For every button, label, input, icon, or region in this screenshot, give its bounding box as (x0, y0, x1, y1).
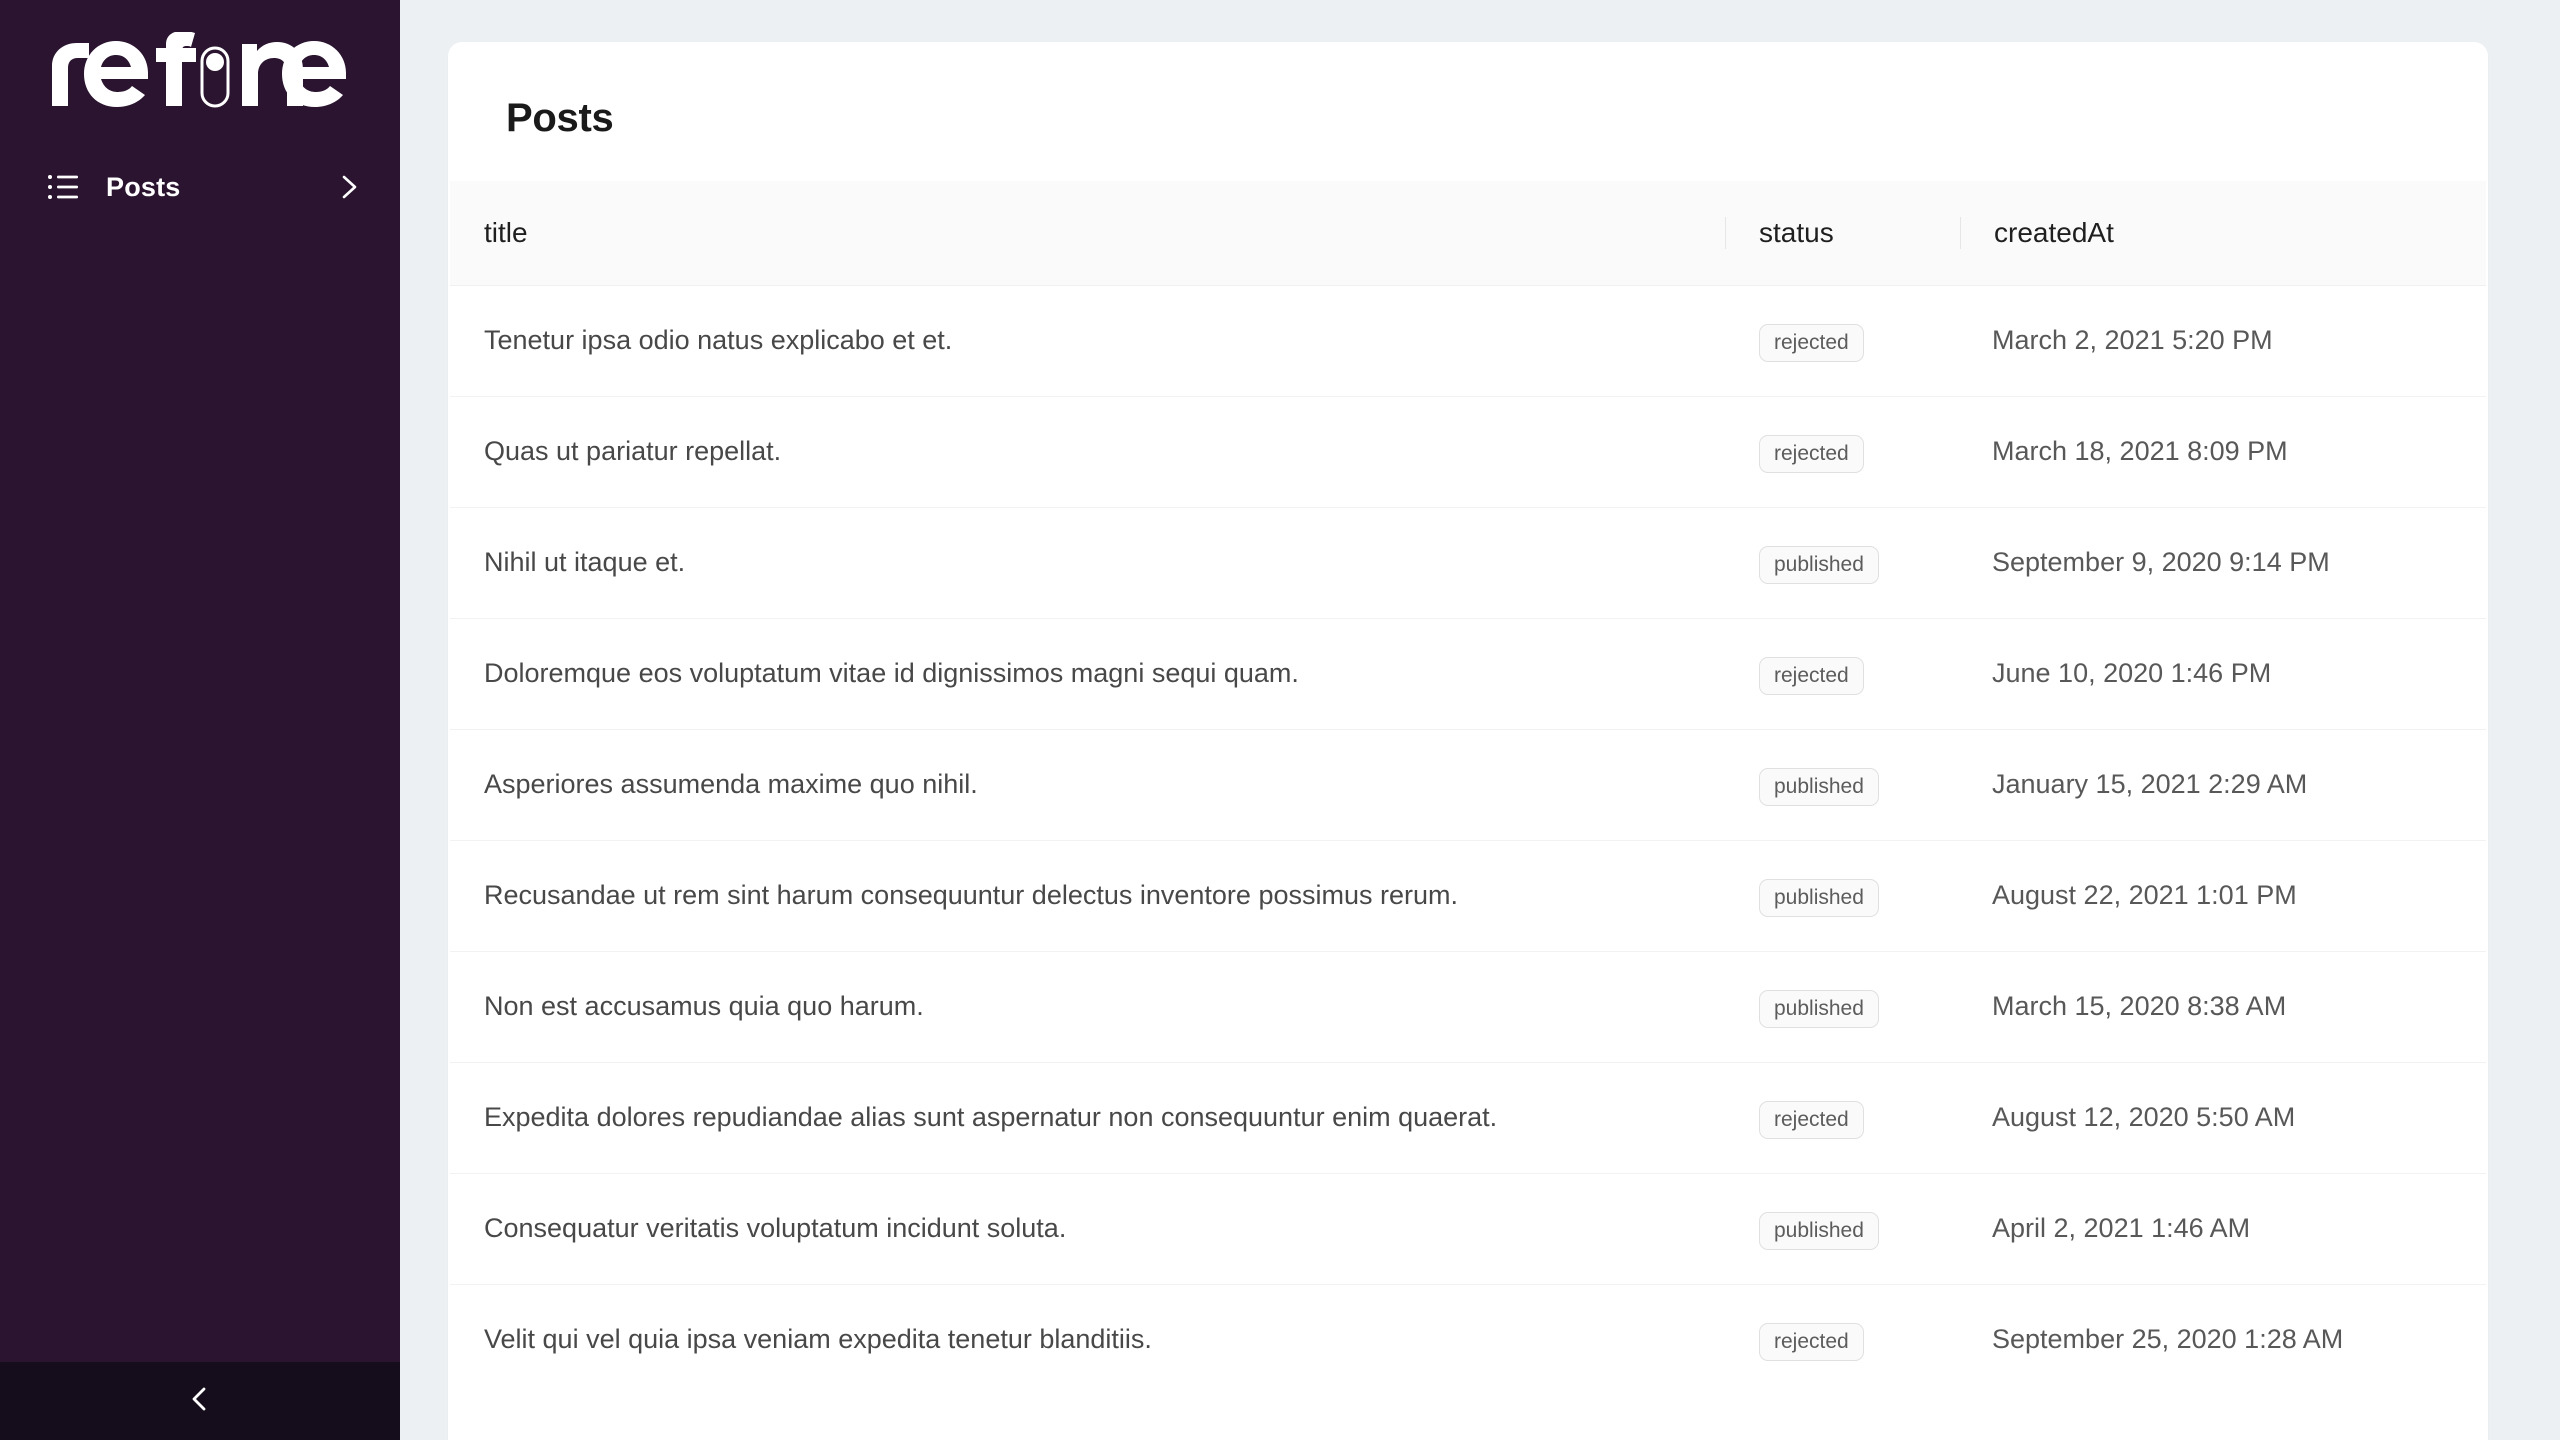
cell-status: rejected (1725, 286, 1960, 397)
cell-createdat: January 15, 2021 2:29 AM (1960, 730, 2486, 841)
table-row[interactable]: Tenetur ipsa odio natus explicabo et et.… (450, 286, 2486, 397)
page-title: Posts (448, 42, 2488, 181)
cell-createdat: March 18, 2021 8:09 PM (1960, 397, 2486, 508)
status-badge: rejected (1759, 657, 1864, 695)
cell-createdat: March 15, 2020 8:38 AM (1960, 952, 2486, 1063)
cell-status: published (1725, 508, 1960, 619)
cell-title: Velit qui vel quia ipsa veniam expedita … (450, 1285, 1725, 1396)
table-body: Tenetur ipsa odio natus explicabo et et.… (450, 286, 2486, 1396)
status-badge: published (1759, 546, 1879, 584)
sidebar: Posts (0, 0, 400, 1440)
cell-status: rejected (1725, 1285, 1960, 1396)
cell-title: Doloremque eos voluptatum vitae id digni… (450, 619, 1725, 730)
table-row[interactable]: Quas ut pariatur repellat. rejected March … (450, 397, 2486, 508)
table-row[interactable]: Nihil ut itaque et. published September 9,… (450, 508, 2486, 619)
cell-status: rejected (1725, 619, 1960, 730)
column-header-title[interactable]: title (450, 181, 1725, 286)
cell-title: Quas ut pariatur repellat. (450, 397, 1725, 508)
cell-createdat: June 10, 2020 1:46 PM (1960, 619, 2486, 730)
status-badge: published (1759, 879, 1879, 917)
cell-title: Tenetur ipsa odio natus explicabo et et. (450, 286, 1725, 397)
status-badge: rejected (1759, 1101, 1864, 1139)
cell-title: Non est accusamus quia quo harum. (450, 952, 1725, 1063)
table-header-row: title status createdAt (450, 181, 2486, 286)
cell-createdat: September 25, 2020 1:28 AM (1960, 1285, 2486, 1396)
status-badge: published (1759, 768, 1879, 806)
status-badge: rejected (1759, 1323, 1864, 1361)
cell-title: Consequatur veritatis voluptatum incidun… (450, 1174, 1725, 1285)
status-badge: published (1759, 990, 1879, 1028)
cell-createdat: March 2, 2021 5:20 PM (1960, 286, 2486, 397)
table-row[interactable]: Recusandae ut rem sint harum consequuntu… (450, 841, 2486, 952)
sidebar-menu: Posts (0, 140, 400, 224)
cell-status: rejected (1725, 397, 1960, 508)
table-row[interactable]: Asperiores assumenda maxime quo nihil. pu… (450, 730, 2486, 841)
table-row[interactable]: Consequatur veritatis voluptatum incidun… (450, 1174, 2486, 1285)
cell-title: Recusandae ut rem sint harum consequuntu… (450, 841, 1725, 952)
status-badge: published (1759, 1212, 1879, 1250)
cell-createdat: August 12, 2020 5:50 AM (1960, 1063, 2486, 1174)
table-row[interactable]: Non est accusamus quia quo harum. publish… (450, 952, 2486, 1063)
posts-table: title status createdAt Tenetur ipsa odio… (450, 181, 2486, 1395)
table-head: title status createdAt (450, 181, 2486, 286)
main-content: Posts title status createdAt Tenetur ips… (400, 0, 2560, 1440)
cell-status: published (1725, 730, 1960, 841)
brand-logo[interactable] (0, 0, 400, 140)
cell-status: published (1725, 952, 1960, 1063)
chevron-right-icon[interactable] (334, 172, 364, 202)
table-row[interactable]: Velit qui vel quia ipsa veniam expedita … (450, 1285, 2486, 1396)
sidebar-item-label: Posts (106, 172, 334, 203)
cell-status: published (1725, 841, 1960, 952)
cell-createdat: September 9, 2020 9:14 PM (1960, 508, 2486, 619)
cell-createdat: August 22, 2021 1:01 PM (1960, 841, 2486, 952)
refine-wordmark-logo (46, 32, 356, 108)
cell-status: rejected (1725, 1063, 1960, 1174)
table-row[interactable]: Doloremque eos voluptatum vitae id digni… (450, 619, 2486, 730)
column-header-status[interactable]: status (1725, 181, 1960, 286)
cell-createdat: April 2, 2021 1:46 AM (1960, 1174, 2486, 1285)
posts-card: Posts title status createdAt Tenetur ips… (448, 42, 2488, 1440)
cell-status: published (1725, 1174, 1960, 1285)
list-icon (46, 170, 80, 204)
sidebar-collapse-button[interactable] (0, 1362, 400, 1440)
status-badge: rejected (1759, 435, 1864, 473)
cell-title: Expedita dolores repudiandae alias sunt … (450, 1063, 1725, 1174)
sidebar-item-posts[interactable]: Posts (0, 150, 400, 224)
cell-title: Asperiores assumenda maxime quo nihil. (450, 730, 1725, 841)
column-header-createdat[interactable]: createdAt (1960, 181, 2486, 286)
chevron-left-icon (184, 1383, 216, 1420)
status-badge: rejected (1759, 324, 1864, 362)
cell-title: Nihil ut itaque et. (450, 508, 1725, 619)
app-root: Posts Posts title (0, 0, 2560, 1440)
table-row[interactable]: Expedita dolores repudiandae alias sunt … (450, 1063, 2486, 1174)
